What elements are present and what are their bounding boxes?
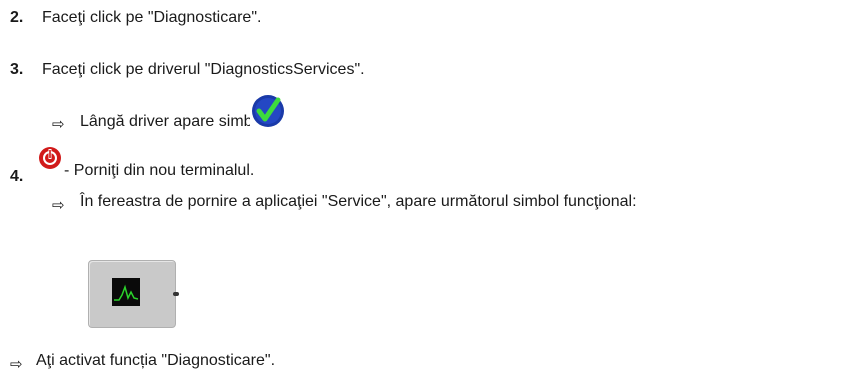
result-arrow: ⇨	[10, 355, 23, 373]
step4-result-text: În fereastra de pornire a aplicaţiei "Se…	[80, 193, 637, 210]
diagnostics-function-button	[88, 260, 179, 328]
final-result-text: Aţi activat funcția "Diagnosticare".	[36, 352, 276, 369]
step-text-4: - Porniţi din nou terminalul.	[64, 162, 255, 179]
step-number-2: 2.	[10, 9, 24, 26]
step-number-4: 4.	[10, 168, 24, 185]
step3-result-text: Lângă driver apare simbolul	[80, 113, 278, 130]
step-text-3: Faceţi click pe driverul "DiagnosticsSer…	[42, 61, 365, 78]
step-text-2: Faceţi click pe "Diagnosticare".	[42, 9, 262, 26]
side-tab-marker	[173, 292, 179, 296]
step-number-3: 3.	[10, 61, 24, 78]
diagnostics-function-icon	[112, 278, 140, 306]
checkmark-icon	[250, 93, 286, 134]
result-arrow: ⇨	[52, 115, 65, 133]
result-arrow: ⇨	[52, 196, 65, 214]
restart-icon	[38, 146, 62, 175]
